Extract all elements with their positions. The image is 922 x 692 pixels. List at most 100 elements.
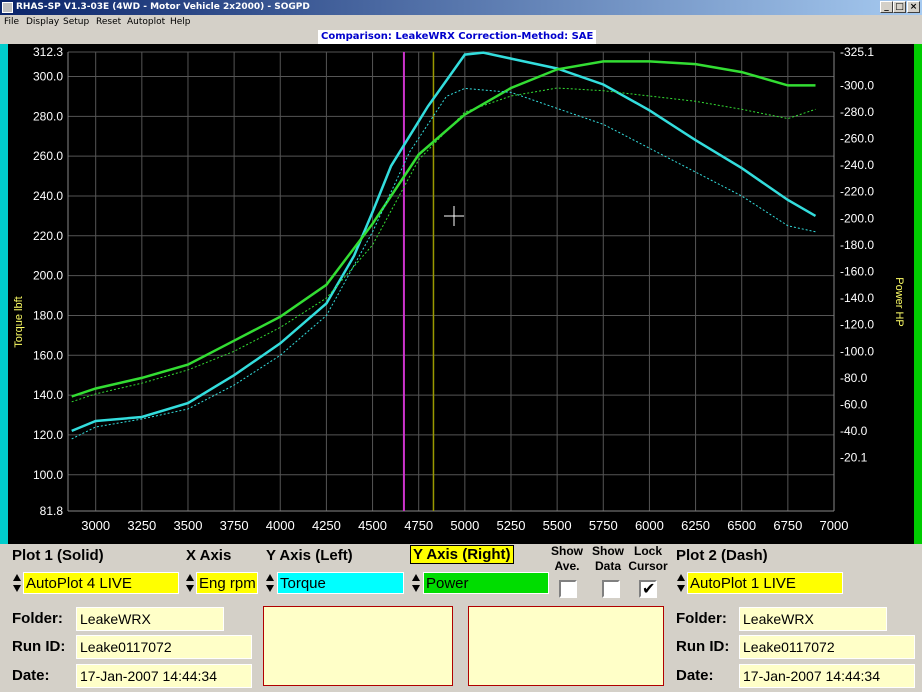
window-title: RHAS-SP V1.3-03E (4WD - Motor Vehicle 2x… — [16, 2, 310, 12]
right-runid-field[interactable]: Leake0117072 — [739, 635, 915, 659]
y-left-tick-label: 300.0 — [33, 69, 63, 83]
minimize-button[interactable]: _ — [880, 1, 893, 13]
menu-bar: File Display Setup Reset Autoplot Help — [0, 15, 922, 30]
x-tick-label: 6250 — [681, 518, 710, 533]
show-ave-label: Show Ave. — [551, 544, 583, 573]
y-right-tick-label: -240.0 — [840, 158, 874, 172]
y-right-tick-label: -200.0 — [840, 211, 874, 225]
y-right-tick-label: -40.0 — [840, 424, 868, 438]
notes-panel-right[interactable] — [468, 606, 664, 686]
plot2-spinner[interactable] — [677, 572, 686, 594]
x-tick-label: 6500 — [727, 518, 756, 533]
x-tick-label: 3750 — [220, 518, 249, 533]
chart-title: Comparison: LeakeWRX Correction-Method: … — [318, 30, 597, 44]
menu-autoplot[interactable]: Autoplot — [127, 15, 165, 30]
menu-file[interactable]: File — [4, 15, 19, 30]
yaxis-right-label: Y Axis (Right) — [410, 545, 514, 564]
y-left-axis-title: Torque lbft — [13, 296, 25, 347]
x-tick-label: 5000 — [450, 518, 479, 533]
series-line-torque-plot-2 — [71, 87, 816, 440]
title-bar: RHAS-SP V1.3-03E (4WD - Motor Vehicle 2x… — [0, 0, 922, 15]
x-tick-label: 4250 — [312, 518, 341, 533]
x-tick-label: 6000 — [635, 518, 664, 533]
y-left-tick-label: 240.0 — [33, 189, 63, 203]
right-folder-field[interactable]: LeakeWRX — [739, 607, 887, 631]
plot2-label: Plot 2 (Dash) — [676, 547, 768, 564]
series-line-power — [71, 60, 816, 398]
y-left-tick-label: 200.0 — [33, 269, 63, 283]
x-tick-label: 5750 — [589, 518, 618, 533]
plot1-select[interactable]: AutoPlot 4 LIVE — [23, 572, 179, 594]
menu-reset[interactable]: Reset — [96, 15, 121, 30]
close-button[interactable]: × — [907, 1, 920, 13]
yaxis-left-select[interactable]: Torque — [277, 572, 404, 594]
y-left-tick-label: 220.0 — [33, 229, 63, 243]
left-folder-field[interactable]: LeakeWRX — [76, 607, 224, 631]
left-folder-label: Folder: — [12, 610, 63, 627]
lock-cursor-checkbox[interactable] — [639, 579, 657, 598]
y-left-tick-label: 312.3 — [33, 45, 63, 59]
menu-setup[interactable]: Setup — [63, 15, 89, 30]
dyno-chart[interactable]: 3000 3250 3500 3750 4000 4250 4500 4750 5000 5250… — [0, 44, 922, 544]
x-tick-label: 4500 — [358, 518, 387, 533]
right-runid-label: Run ID: — [676, 638, 730, 655]
left-date-field[interactable]: 17-Jan-2007 14:44:34 — [76, 664, 252, 688]
y-right-tick-label: -280.0 — [840, 105, 874, 119]
app-icon — [2, 2, 13, 13]
xaxis-select[interactable]: Eng rpm — [196, 572, 258, 594]
x-tick-label: 4000 — [266, 518, 295, 533]
y-right-tick-label: -160.0 — [840, 265, 874, 279]
y-right-tick-label: -100.0 — [840, 344, 874, 358]
y-left-tick-label: 280.0 — [33, 109, 63, 123]
y-right-tick-label: -220.0 — [840, 185, 874, 199]
y-right-tick-label: -20.1 — [840, 451, 868, 465]
notes-panel-left[interactable] — [263, 606, 453, 686]
y-right-tick-label: -120.0 — [840, 318, 874, 332]
right-date-field[interactable]: 17-Jan-2007 14:44:34 — [739, 664, 915, 688]
y-right-tick-label: -140.0 — [840, 291, 874, 305]
x-tick-label: 7000 — [820, 518, 849, 533]
menu-help[interactable]: Help — [170, 15, 191, 30]
series-line-power-plot-2 — [71, 87, 816, 403]
left-runid-field[interactable]: Leake0117072 — [76, 635, 252, 659]
y-right-axis-title: Power HP — [893, 277, 905, 327]
yaxis-left-spinner[interactable] — [266, 572, 275, 594]
x-tick-label: 3250 — [127, 518, 156, 533]
xaxis-spinner[interactable] — [186, 572, 195, 594]
show-data-label: Show Data — [592, 544, 624, 573]
maximize-button[interactable]: □ — [893, 1, 906, 13]
y-left-tick-label: 120.0 — [33, 428, 63, 442]
y-left-tick-label: 140.0 — [33, 388, 63, 402]
right-date-label: Date: — [676, 667, 714, 684]
left-runid-label: Run ID: — [12, 638, 66, 655]
yaxis-left-label: Y Axis (Left) — [266, 547, 353, 564]
y-left-tick-label: 100.0 — [33, 468, 63, 482]
x-tick-label: 3500 — [174, 518, 203, 533]
show-data-checkbox[interactable] — [602, 580, 620, 598]
y-left-tick-label: 160.0 — [33, 348, 63, 362]
plot2-select[interactable]: AutoPlot 1 LIVE — [687, 572, 843, 594]
y-left-tick-label: 81.8 — [40, 504, 64, 518]
plot1-spinner[interactable] — [13, 572, 22, 594]
x-tick-label: 6750 — [773, 518, 802, 533]
yaxis-right-select[interactable]: Power — [423, 572, 549, 594]
y-right-tick-label: -325.1 — [840, 45, 874, 59]
x-tick-label: 4750 — [404, 518, 433, 533]
y-right-tick-label: -80.0 — [840, 371, 868, 385]
y-right-tick-label: -260.0 — [840, 132, 874, 146]
y-right-tick-label: -60.0 — [840, 397, 868, 411]
xaxis-label: X Axis — [186, 547, 232, 564]
yaxis-right-spinner[interactable] — [412, 572, 421, 594]
y-left-tick-label: 260.0 — [33, 149, 63, 163]
menu-display[interactable]: Display — [26, 15, 59, 30]
left-date-label: Date: — [12, 667, 50, 684]
y-right-tick-label: -300.0 — [840, 78, 874, 92]
lock-cursor-label: Lock Cursor — [628, 544, 668, 573]
show-ave-checkbox[interactable] — [559, 580, 577, 598]
chart-title-bar: Comparison: LeakeWRX Correction-Method: … — [0, 30, 922, 44]
y-left-tick-label: 180.0 — [33, 308, 63, 322]
x-tick-label: 5250 — [497, 518, 526, 533]
x-tick-label: 3000 — [81, 518, 110, 533]
plot1-label: Plot 1 (Solid) — [12, 547, 104, 564]
y-right-tick-label: -180.0 — [840, 238, 874, 252]
